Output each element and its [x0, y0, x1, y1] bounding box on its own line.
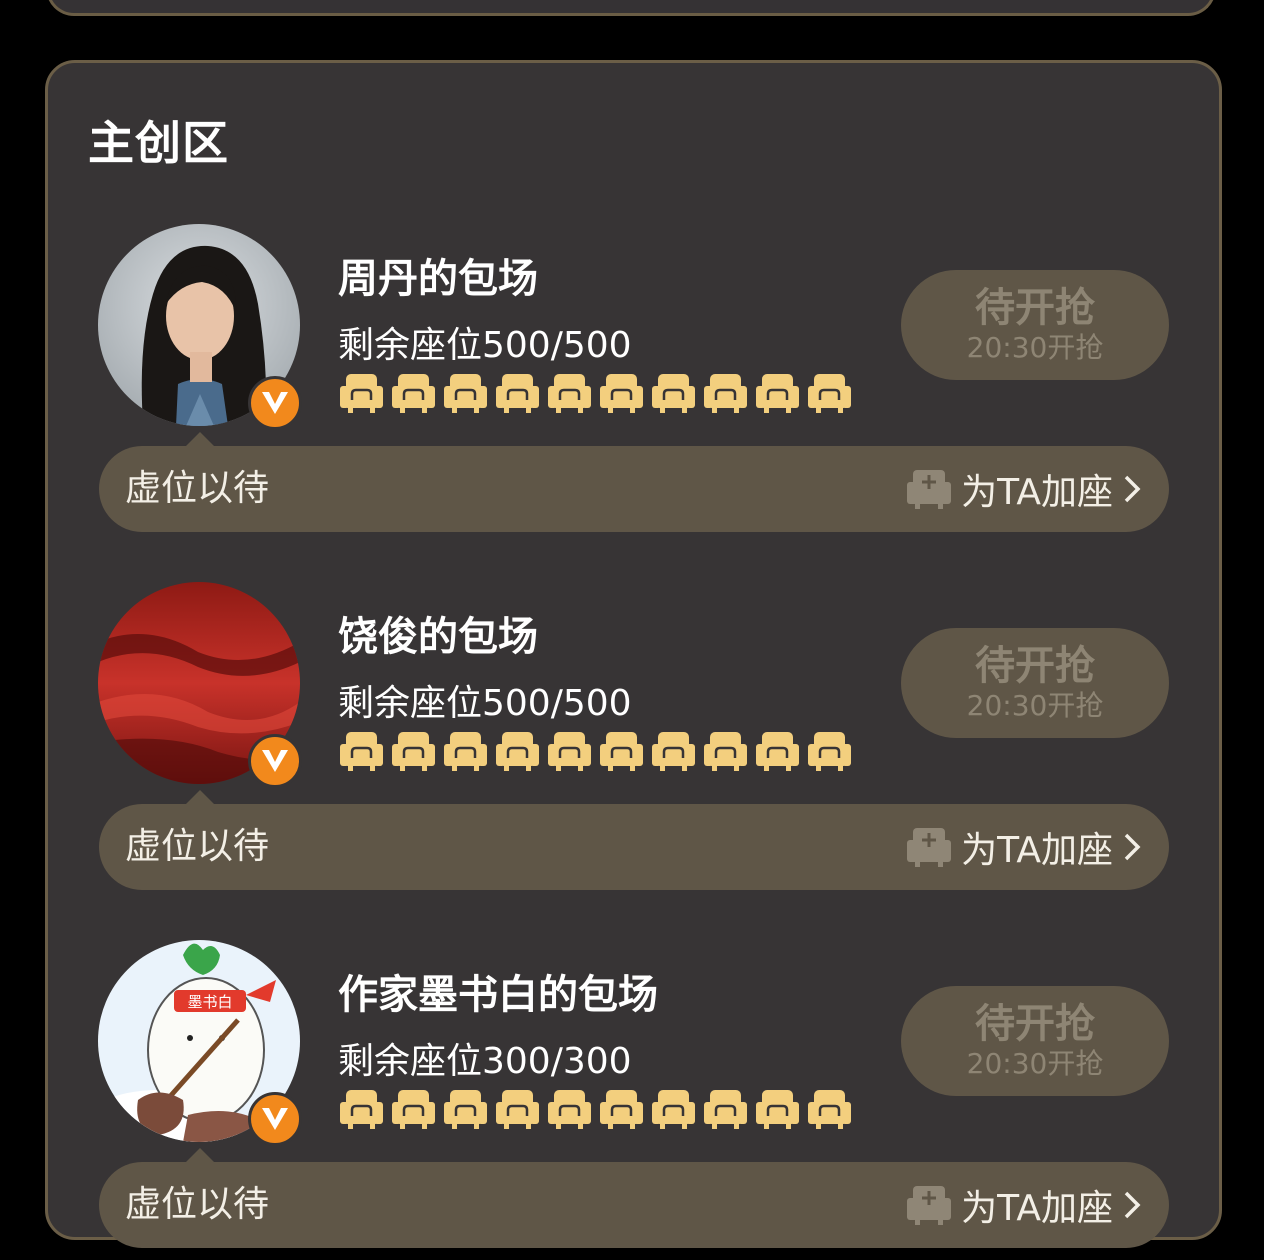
add-seat-icon [907, 1186, 952, 1225]
seat-icon [548, 374, 591, 413]
v-badge-icon [248, 376, 302, 430]
section-title: 主创区 [88, 116, 229, 170]
seat-icon [756, 1090, 799, 1129]
seat-icon [444, 1090, 487, 1129]
add-seat-icon [907, 470, 952, 509]
seat-icon [808, 732, 851, 771]
creator-entry: 周丹的包场 剩余座位500/500 待开抢 20:30开抢 虚位以待 为TA加座 [48, 224, 1219, 544]
add-seat-label: 为TA加座 [961, 472, 1113, 513]
seat-icon [392, 374, 435, 413]
bar-pointer [186, 432, 214, 446]
seat-icon [444, 374, 487, 413]
remaining-seats: 剩余座位500/500 [338, 683, 632, 724]
seat-icon [704, 374, 747, 413]
seat-icon [704, 1090, 747, 1129]
seat-icon [808, 374, 851, 413]
seat-icon [652, 374, 695, 413]
seat-icon [340, 1090, 383, 1129]
seat-icon [496, 732, 539, 771]
grab-button-label: 待开抢 [975, 643, 1095, 689]
seat-icon [340, 732, 383, 771]
vacant-seat-bar[interactable]: 虚位以待 为TA加座 [99, 446, 1169, 532]
remaining-seats: 剩余座位300/300 [338, 1041, 632, 1082]
add-seat-link[interactable]: 为TA加座 [907, 804, 1141, 890]
vacant-seat-label: 虚位以待 [125, 1184, 270, 1225]
seat-icon [600, 374, 643, 413]
add-seat-icon [907, 828, 952, 867]
seat-icon [756, 732, 799, 771]
seat-icon [496, 374, 539, 413]
bar-pointer [186, 1148, 214, 1162]
remaining-seats: 剩余座位500/500 [338, 325, 632, 366]
seat-icon [704, 732, 747, 771]
creator-entry: 墨书白 作家墨书白的包场 剩余座位300/300 待开抢 20:30开抢 虚位以… [48, 940, 1219, 1260]
add-seat-label: 为TA加座 [961, 1188, 1113, 1229]
grab-button-label: 待开抢 [975, 285, 1095, 331]
creator-entry: 饶俊的包场 剩余座位500/500 待开抢 20:30开抢 虚位以待 为TA加座 [48, 582, 1219, 902]
previous-card-bottom [46, 0, 1216, 16]
v-badge-icon [248, 734, 302, 788]
seat-icon [808, 1090, 851, 1129]
seat-icon [444, 732, 487, 771]
grab-button-label: 待开抢 [975, 1001, 1095, 1047]
entry-name: 饶俊的包场 [338, 614, 538, 660]
add-seat-link[interactable]: 为TA加座 [907, 1162, 1141, 1248]
seat-icon [392, 732, 435, 771]
v-badge-icon [248, 1092, 302, 1146]
radish-headband-text: 墨书白 [187, 993, 232, 1011]
vacant-seat-bar[interactable]: 虚位以待 为TA加座 [99, 1162, 1169, 1248]
seat-icon [496, 1090, 539, 1129]
seat-icon [392, 1090, 435, 1129]
add-seat-label: 为TA加座 [961, 830, 1113, 871]
main-creator-panel: 主创区 周丹的包场 剩余座位500/500 待开抢 20:30开抢 虚位以待 为… [45, 60, 1222, 1248]
seat-icon [652, 1090, 695, 1129]
seat-icon [548, 732, 591, 771]
seat-row [340, 372, 851, 414]
seat-row [340, 1088, 851, 1130]
seat-icon [600, 1090, 643, 1129]
chevron-right-icon [1124, 833, 1141, 861]
seat-icon [756, 374, 799, 413]
grab-button[interactable]: 待开抢 20:30开抢 [901, 628, 1169, 738]
seat-icon [340, 374, 383, 413]
seat-icon [652, 732, 695, 771]
vacant-seat-label: 虚位以待 [125, 468, 270, 509]
vacant-seat-label: 虚位以待 [125, 826, 270, 867]
chevron-right-icon [1124, 475, 1141, 503]
vacant-seat-bar[interactable]: 虚位以待 为TA加座 [99, 804, 1169, 890]
seat-icon [600, 732, 643, 771]
chevron-right-icon [1124, 1191, 1141, 1219]
grab-start-time: 20:30开抢 [966, 331, 1104, 364]
grab-button[interactable]: 待开抢 20:30开抢 [901, 270, 1169, 380]
grab-start-time: 20:30开抢 [966, 1047, 1104, 1080]
entry-name: 周丹的包场 [338, 256, 538, 302]
seat-icon [548, 1090, 591, 1129]
entry-name: 作家墨书白的包场 [338, 972, 658, 1018]
grab-start-time: 20:30开抢 [966, 689, 1104, 722]
add-seat-link[interactable]: 为TA加座 [907, 446, 1141, 532]
seat-row [340, 730, 851, 772]
bar-pointer [186, 790, 214, 804]
grab-button[interactable]: 待开抢 20:30开抢 [901, 986, 1169, 1096]
